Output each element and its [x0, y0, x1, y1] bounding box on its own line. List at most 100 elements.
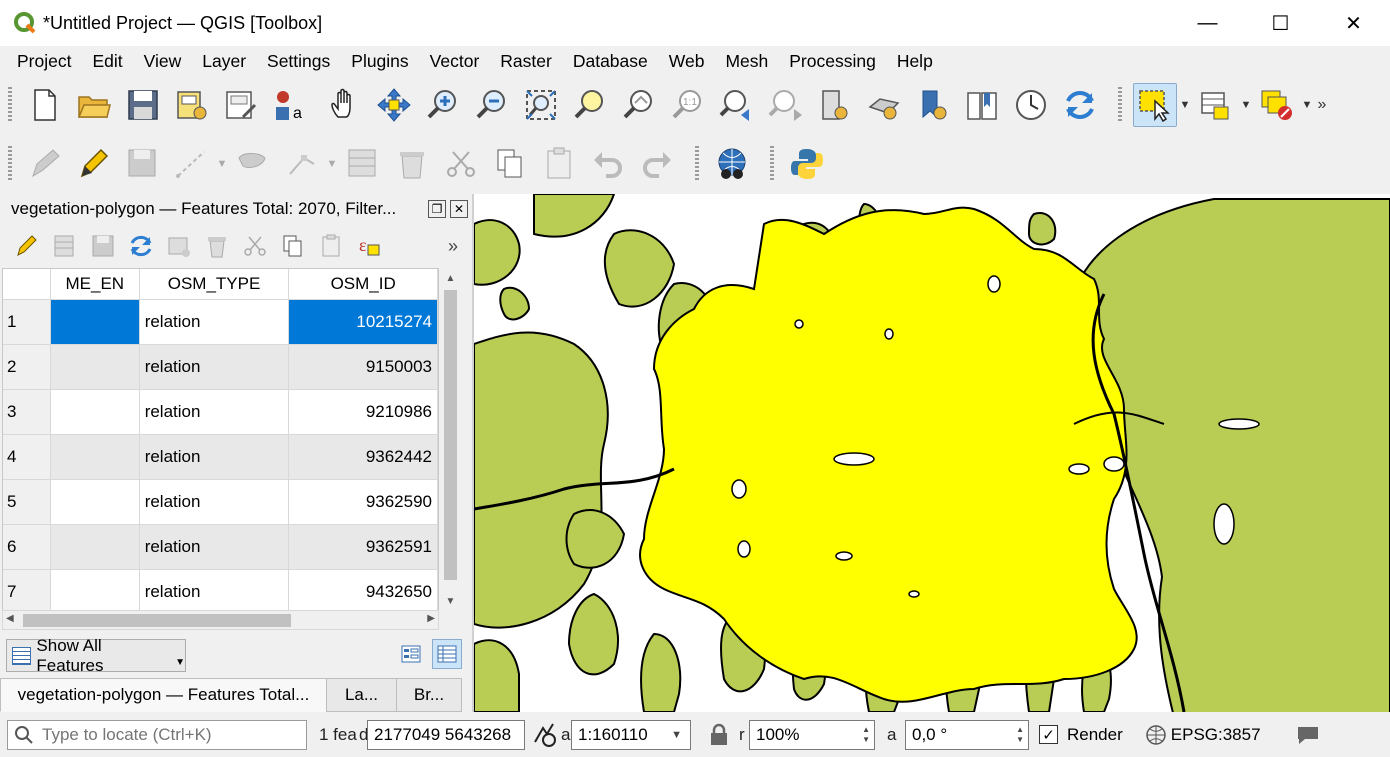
add-polygon-icon[interactable] — [231, 142, 275, 186]
new-3d-view-icon[interactable] — [862, 83, 906, 127]
zoom-last-icon[interactable] — [715, 83, 759, 127]
table-row[interactable]: 3 relation 9210986 — [3, 390, 438, 435]
delete-feature-icon[interactable] — [200, 229, 234, 263]
rotation-spin-arrows-icon[interactable]: ▲ ▼ — [1016, 725, 1028, 745]
open-attribute-table-icon[interactable] — [1194, 83, 1238, 127]
table-view-icon[interactable] — [432, 639, 462, 669]
cell-me-en[interactable] — [50, 480, 140, 525]
select-dropdown-arrow-icon[interactable]: ▼ — [1179, 99, 1191, 111]
cell-osm-type[interactable]: relation — [140, 570, 290, 610]
open-project-icon[interactable] — [72, 83, 116, 127]
cell-osm-type[interactable]: relation — [139, 345, 290, 390]
table-row[interactable]: 1 relation 10215274 — [3, 300, 438, 345]
table-horizontal-scrollbar[interactable]: ◀ ▶ — [2, 610, 439, 630]
save-layer-edits-icon[interactable] — [121, 142, 165, 186]
menu-plugins[interactable]: Plugins — [341, 51, 419, 72]
cell-osm-id[interactable]: 9362591 — [289, 525, 438, 570]
coordinate-field[interactable]: 2177049 5643268 — [367, 719, 525, 750]
magnifier-spinbox[interactable]: 100% ▲ ▼ — [749, 719, 875, 750]
row-number[interactable]: 2 — [3, 345, 51, 390]
deselect-dropdown-arrow-icon[interactable]: ▼ — [1301, 99, 1313, 111]
row-number[interactable]: 4 — [3, 435, 51, 480]
cell-osm-id[interactable]: 10215274 — [289, 300, 438, 345]
cell-osm-id[interactable]: 9432650 — [289, 570, 438, 610]
cell-osm-type[interactable]: relation — [139, 480, 290, 525]
map-canvas[interactable] — [474, 194, 1390, 712]
locator-field[interactable] — [7, 719, 307, 750]
magnifier-spin-arrows-icon[interactable]: ▲ ▼ — [862, 725, 874, 745]
add-feature-dropdown-icon[interactable]: ▼ — [216, 158, 228, 170]
attribute-dropdown-arrow-icon[interactable]: ▼ — [1240, 99, 1252, 111]
cut-features-icon[interactable] — [439, 142, 483, 186]
tab-browser[interactable]: Br... — [396, 678, 462, 712]
new-print-layout-icon[interactable] — [170, 83, 214, 127]
menu-web[interactable]: Web — [659, 51, 716, 72]
vertex-tool-icon[interactable] — [280, 142, 324, 186]
cell-osm-type[interactable]: relation — [139, 525, 290, 570]
add-feature-icon[interactable] — [170, 142, 214, 186]
header-corner[interactable] — [3, 269, 51, 299]
cut-icon[interactable] — [238, 229, 272, 263]
toolbar-grip[interactable] — [8, 87, 12, 123]
modify-attributes-icon[interactable] — [341, 142, 385, 186]
table-row[interactable]: 4 relation 9362442 — [3, 435, 438, 480]
save-project-icon[interactable] — [121, 83, 165, 127]
crs-label[interactable]: EPSG:3857 — [1171, 725, 1261, 745]
show-bookmarks-icon[interactable] — [960, 83, 1004, 127]
zoom-full-icon[interactable] — [519, 83, 563, 127]
zoom-out-icon[interactable] — [470, 83, 514, 127]
copy-icon[interactable] — [276, 229, 310, 263]
cell-me-en[interactable] — [50, 345, 140, 390]
zoom-native-icon[interactable]: 1:1 — [666, 83, 710, 127]
attribute-toolbar-more[interactable]: » — [448, 236, 458, 257]
toggle-editing-icon[interactable] — [72, 142, 116, 186]
zoom-next-icon[interactable] — [764, 83, 808, 127]
map-render[interactable] — [474, 194, 1390, 712]
row-number[interactable]: 3 — [3, 390, 51, 435]
zoom-in-icon[interactable] — [421, 83, 465, 127]
row-number[interactable]: 7 — [3, 570, 51, 610]
layout-manager-icon[interactable] — [219, 83, 263, 127]
column-header-me-en[interactable]: ME_EN — [51, 269, 140, 299]
table-row[interactable]: 2 relation 9150003 — [3, 345, 438, 390]
form-view-icon[interactable] — [396, 639, 426, 669]
paste-features-icon[interactable] — [537, 142, 581, 186]
crs-globe-icon[interactable] — [1145, 724, 1167, 746]
undo-icon[interactable] — [586, 142, 630, 186]
render-checkbox[interactable]: ✓ — [1039, 725, 1058, 744]
scroll-up-arrow-icon[interactable]: ▲ — [440, 268, 461, 288]
toolbar-grip[interactable] — [695, 146, 699, 182]
pan-map-icon[interactable] — [323, 83, 367, 127]
cell-osm-id[interactable]: 9150003 — [289, 345, 438, 390]
zoom-to-layer-icon[interactable] — [617, 83, 661, 127]
table-vertical-scrollbar[interactable]: ▲ ▼ — [440, 268, 461, 611]
refresh-icon[interactable] — [1058, 83, 1102, 127]
menu-help[interactable]: Help — [887, 51, 944, 72]
menu-raster[interactable]: Raster — [490, 51, 563, 72]
cell-me-en[interactable] — [50, 525, 140, 570]
menu-layer[interactable]: Layer — [192, 51, 257, 72]
pan-to-selection-icon[interactable] — [372, 83, 416, 127]
redo-icon[interactable] — [635, 142, 679, 186]
save-edits-icon[interactable] — [86, 229, 120, 263]
horizontal-scroll-thumb[interactable] — [23, 614, 291, 627]
style-manager-icon[interactable]: a — [268, 83, 312, 127]
maximize-button[interactable]: ☐ — [1244, 0, 1317, 46]
table-row[interactable]: 6 relation 9362591 — [3, 525, 438, 570]
new-map-view-icon[interactable] — [813, 83, 857, 127]
row-number[interactable]: 6 — [3, 525, 51, 570]
globe-plugin-icon[interactable] — [710, 142, 754, 186]
expression-select-icon[interactable]: ε — [352, 229, 386, 263]
toolbar-grip[interactable] — [1118, 87, 1122, 123]
row-number[interactable]: 5 — [3, 480, 51, 525]
minimize-button[interactable]: — — [1171, 0, 1244, 46]
show-all-features-button[interactable]: Show All Features ▼ — [6, 636, 186, 675]
cell-osm-id[interactable]: 9362590 — [289, 480, 438, 525]
vertical-scroll-thumb[interactable] — [444, 290, 457, 580]
paste-icon[interactable] — [314, 229, 348, 263]
messages-icon[interactable] — [1295, 723, 1321, 747]
copy-features-icon[interactable] — [488, 142, 532, 186]
toolbar-grip[interactable] — [8, 146, 12, 182]
scroll-right-arrow-icon[interactable]: ▶ — [427, 613, 435, 624]
float-panel-icon[interactable]: ❐ — [428, 200, 446, 218]
